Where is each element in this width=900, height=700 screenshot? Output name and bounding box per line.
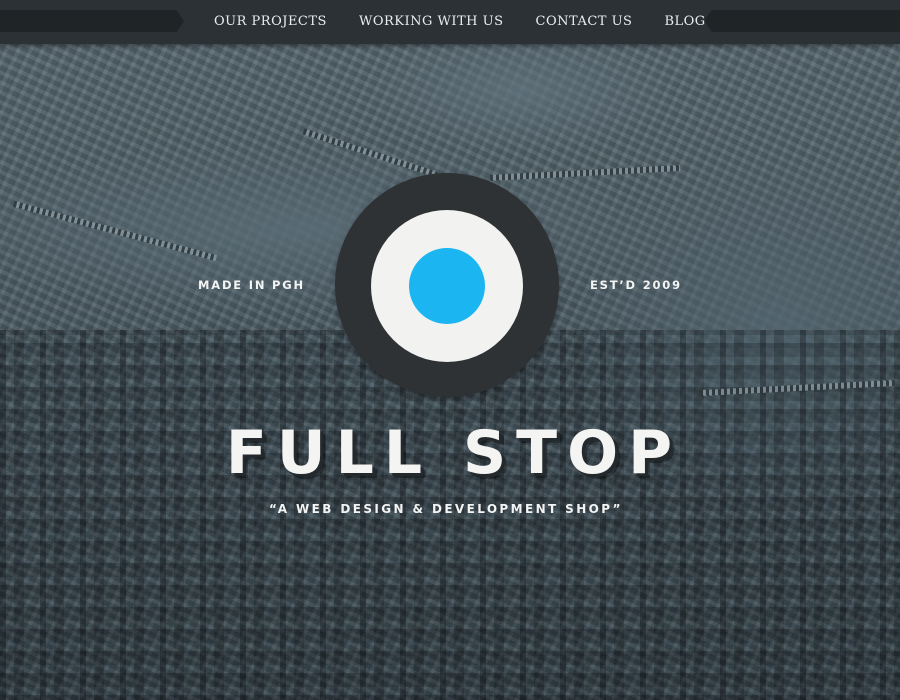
- nav-link-working-with-us[interactable]: WORKING WITH US: [343, 0, 520, 44]
- nav-link-contact-us[interactable]: CONTACT US: [520, 0, 649, 44]
- nav-link-our-projects[interactable]: OUR PROJECTS: [198, 0, 343, 44]
- made-in-pgh-label: MADE IN PGH: [198, 278, 305, 292]
- site-title: FULL STOP: [225, 418, 683, 488]
- top-navigation-bar: OUR PROJECTS WORKING WITH US CONTACT US …: [0, 0, 900, 44]
- main-nav: OUR PROJECTS WORKING WITH US CONTACT US …: [198, 0, 722, 44]
- nav-ribbon-right: [704, 10, 900, 32]
- nav-link-blog[interactable]: BLOG: [648, 0, 721, 44]
- established-label: EST’D 2009: [590, 278, 682, 292]
- target-logo-blue-dot: [409, 248, 485, 324]
- nav-ribbon-left: [0, 10, 184, 32]
- site-tagline: “A WEB DESIGN & DEVELOPMENT SHOP”: [269, 502, 623, 516]
